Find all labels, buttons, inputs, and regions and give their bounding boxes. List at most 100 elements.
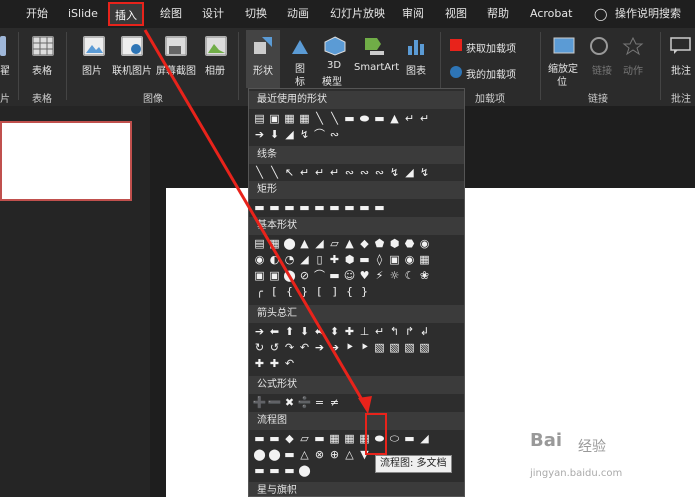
shape-item[interactable]: ╲ <box>253 166 266 179</box>
shape-item[interactable]: ◢ <box>313 237 326 250</box>
shapes-button[interactable]: 形状 <box>253 62 273 77</box>
shape-item[interactable]: ⬇ <box>298 325 311 338</box>
shape-item[interactable]: ] <box>328 285 341 298</box>
shape-item[interactable]: ▲ <box>298 237 311 250</box>
shape-item[interactable]: ⬅ <box>268 325 281 338</box>
shape-item[interactable]: ◉ <box>253 253 266 266</box>
shape-item[interactable]: ⬭ <box>388 432 401 445</box>
tab-islide[interactable]: iSlide <box>68 0 98 28</box>
shape-item[interactable]: ↵ <box>403 112 416 125</box>
zoom-icon[interactable] <box>553 36 575 56</box>
shape-item[interactable]: ▬ <box>268 464 281 477</box>
shape-item[interactable]: ✚ <box>328 253 341 266</box>
shape-item[interactable]: ∾ <box>328 128 341 141</box>
shape-item[interactable]: ▯ <box>313 253 326 266</box>
tab-design[interactable]: 设计 <box>202 0 224 28</box>
shape-item[interactable]: ∾ <box>343 166 356 179</box>
shape-item[interactable]: ↵ <box>418 112 431 125</box>
3d-model-icon[interactable] <box>324 36 346 56</box>
shape-item[interactable]: ▬ <box>268 432 281 445</box>
shape-item[interactable]: ↶ <box>298 341 311 354</box>
shape-item[interactable]: ↯ <box>388 166 401 179</box>
shape-item[interactable]: ▣ <box>388 253 401 266</box>
shape-item[interactable]: ▧ <box>373 341 386 354</box>
shape-item[interactable]: ╲ <box>328 112 341 125</box>
shape-item[interactable]: ♥ <box>358 269 371 282</box>
shape-item[interactable]: ⊘ <box>298 269 311 282</box>
tell-me-search[interactable]: 操作说明搜索 <box>615 0 681 28</box>
shape-item[interactable]: ✚ <box>253 357 266 370</box>
picture-button[interactable]: 图片 <box>82 62 102 77</box>
shape-item[interactable]: ◢ <box>283 128 296 141</box>
store-icon[interactable] <box>450 39 462 51</box>
shape-item[interactable]: ✚ <box>343 325 356 338</box>
shape-item[interactable]: ▬ <box>373 112 386 125</box>
shape-item[interactable]: ⬢ <box>343 253 356 266</box>
shape-item[interactable]: ▣ <box>268 112 281 125</box>
shape-item[interactable]: { <box>343 285 356 298</box>
shape-item[interactable]: ☺ <box>343 269 356 282</box>
icons-button-line2[interactable]: 标 <box>295 73 305 88</box>
3d-model-line1[interactable]: 3D <box>327 60 341 71</box>
shape-item[interactable]: ▲ <box>388 112 401 125</box>
tab-acrobat[interactable]: Acrobat <box>530 0 572 28</box>
shape-item[interactable]: ⬆ <box>283 325 296 338</box>
shape-item[interactable]: ☼ <box>388 269 401 282</box>
shape-item[interactable]: ▤ <box>253 237 266 250</box>
shape-item[interactable]: ▬ <box>403 432 416 445</box>
shape-item[interactable]: ↷ <box>283 341 296 354</box>
shape-item[interactable]: ▬ <box>328 269 341 282</box>
shape-item[interactable]: ▬ <box>283 464 296 477</box>
shape-item[interactable]: ▬ <box>343 201 356 214</box>
album-icon[interactable] <box>205 36 227 56</box>
shape-item[interactable]: ⚡ <box>373 269 386 282</box>
tab-review[interactable]: 审阅 <box>402 0 424 28</box>
shape-item[interactable]: ▧ <box>418 341 431 354</box>
chart-button[interactable]: 图表 <box>406 62 426 77</box>
shape-item[interactable]: ↺ <box>268 341 281 354</box>
shape-item[interactable]: ▬ <box>313 432 326 445</box>
shape-item[interactable]: ▬ <box>313 201 326 214</box>
shape-item[interactable]: [ <box>268 285 281 298</box>
shape-item[interactable]: = <box>313 396 326 409</box>
shape-item[interactable]: ↵ <box>373 325 386 338</box>
shape-item[interactable]: ▬ <box>373 201 386 214</box>
shape-item[interactable]: ▬ <box>283 448 296 461</box>
action-button[interactable]: 动作 <box>623 62 643 77</box>
shape-item[interactable]: ◉ <box>403 253 416 266</box>
link-button[interactable]: 链接 <box>592 62 612 77</box>
shape-item[interactable]: ▧ <box>403 341 416 354</box>
shape-item[interactable]: ▲ <box>343 237 356 250</box>
shape-item[interactable]: } <box>358 285 371 298</box>
shape-item[interactable]: ╲ <box>268 166 281 179</box>
shape-item[interactable]: ╲ <box>313 112 326 125</box>
shape-item[interactable]: ⯈ <box>343 341 356 354</box>
shape-item[interactable]: ◆ <box>358 237 371 250</box>
shape-item[interactable]: ➔ <box>313 341 326 354</box>
shape-item[interactable]: ↶ <box>283 357 296 370</box>
shape-item[interactable]: ⬍ <box>328 325 341 338</box>
shape-item[interactable]: { <box>283 285 296 298</box>
table-button[interactable]: 表格 <box>32 62 52 77</box>
shape-item[interactable]: ↱ <box>403 325 416 338</box>
shape-item[interactable]: ▬ <box>253 201 266 214</box>
link-icon[interactable] <box>588 36 610 56</box>
shape-item[interactable]: ▬ <box>283 201 296 214</box>
shape-item[interactable]: ⬌ <box>313 325 326 338</box>
tab-slideshow[interactable]: 幻灯片放映 <box>330 0 385 28</box>
shape-item[interactable]: ➗ <box>298 396 312 409</box>
shape-item[interactable]: ▦ <box>268 237 281 250</box>
shape-item[interactable]: } <box>298 285 311 298</box>
shape-item[interactable]: ⊥ <box>358 325 371 338</box>
shape-item[interactable]: ➔ <box>253 128 266 141</box>
picture-icon[interactable] <box>83 36 105 56</box>
action-icon[interactable] <box>622 36 644 56</box>
shape-item[interactable]: ▣ <box>253 269 266 282</box>
shape-item[interactable]: ∾ <box>373 166 386 179</box>
shape-item[interactable]: ▦ <box>328 432 341 445</box>
screenshot-button[interactable]: 屏幕截图 <box>156 62 196 77</box>
shape-item[interactable]: △ <box>298 448 311 461</box>
shape-item[interactable]: ⬤ <box>283 237 296 250</box>
3d-model-line2[interactable]: 模型 <box>322 73 342 88</box>
comment-button[interactable]: 批注 <box>671 62 691 77</box>
